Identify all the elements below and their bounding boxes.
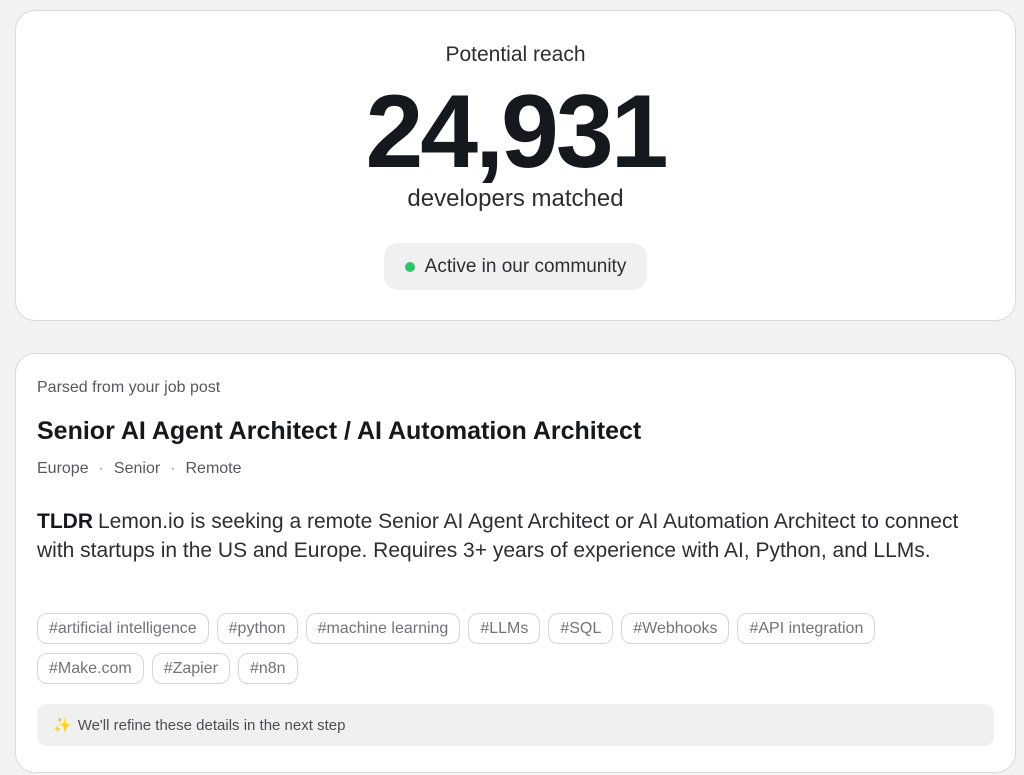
reach-count: 24,931 — [365, 74, 668, 190]
tldr-label: TLDR — [37, 510, 93, 533]
job-work-type: Remote — [185, 460, 242, 477]
reach-subtitle: developers matched — [407, 185, 624, 212]
reach-label: Potential reach — [445, 43, 586, 66]
skill-tag: #LLMs — [468, 613, 541, 644]
sparkles-icon: ✨ — [53, 717, 72, 734]
skill-tags: #artificial intelligence #python #machin… — [37, 613, 937, 684]
skill-tag: #artificial intelligence — [37, 613, 209, 644]
community-status-badge: Active in our community — [384, 243, 647, 290]
skill-tag: #Webhooks — [621, 613, 730, 644]
job-seniority: Senior — [113, 460, 161, 477]
skill-tag: #machine learning — [305, 613, 461, 644]
skill-tag: #API integration — [737, 613, 876, 644]
skill-tag: #SQL — [548, 613, 614, 644]
job-title: Senior AI Agent Architect / AI Automatio… — [37, 417, 642, 445]
status-dot-icon — [404, 261, 415, 272]
refine-note: ✨ We'll refine these details in the next… — [37, 704, 994, 746]
parsed-label: Parsed from your job post — [37, 379, 221, 396]
reach-card: Potential reach 24,931 developers matche… — [15, 10, 1016, 321]
skill-tag: #Zapier — [151, 653, 230, 684]
job-location: Europe — [37, 460, 89, 477]
tldr-text: Lemon.io is seeking a remote Senior AI A… — [37, 510, 959, 562]
community-status-text: Active in our community — [424, 255, 627, 277]
skill-tag: #Make.com — [37, 653, 144, 684]
meta-separator: · — [170, 460, 176, 477]
job-meta: Europe · Senior · Remote — [37, 460, 242, 478]
skill-tag: #python — [216, 613, 298, 644]
refine-note-text: We'll refine these details in the next s… — [77, 716, 346, 734]
skill-tag: #n8n — [237, 653, 298, 684]
tldr-summary: TLDR Lemon.io is seeking a remote Senior … — [37, 507, 992, 565]
meta-separator: · — [98, 460, 104, 477]
job-summary-card: Parsed from your job post Senior AI Agen… — [15, 353, 1016, 773]
